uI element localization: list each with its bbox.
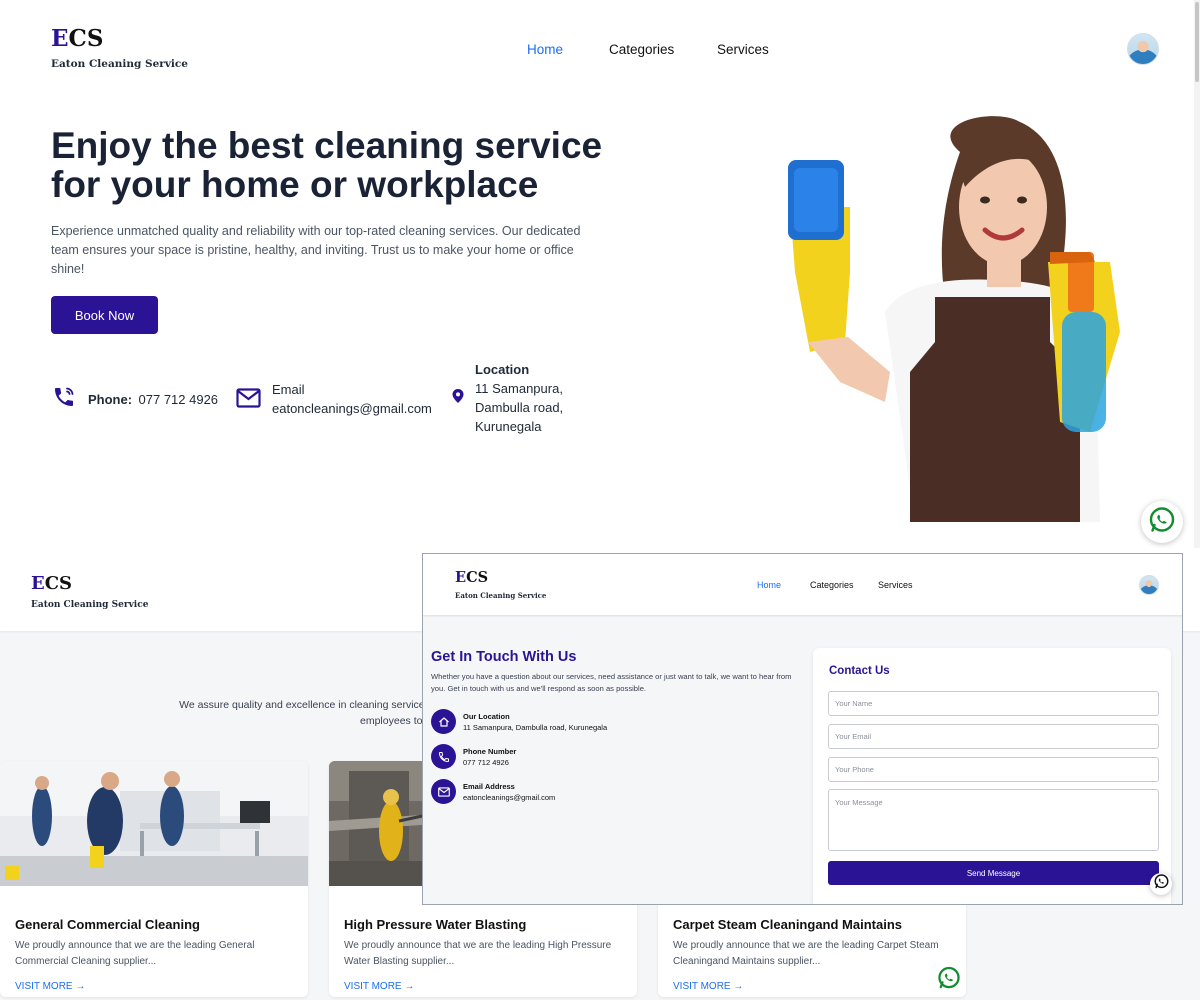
location-line-3: Kurunegala — [475, 419, 542, 434]
contact-form: Contact Us Send Message — [813, 648, 1171, 904]
logo-subtitle: Eaton Cleaning Service — [31, 600, 149, 610]
nav-home-link[interactable]: Home — [757, 580, 781, 590]
site-logo[interactable]: ECS Eaton Cleaning Service — [51, 27, 188, 70]
service-card-desc: We proudly announce that we are the lead… — [15, 940, 255, 967]
contact-email-value: eatoncleanings@gmail.com — [463, 793, 556, 802]
logo-first-letter: E — [31, 573, 45, 594]
whatsapp-button[interactable] — [1150, 873, 1172, 895]
hero-title: Enjoy the best cleaning service for your… — [51, 125, 603, 205]
logo-rest-letters: CS — [68, 25, 104, 52]
logo-letters: ECS — [51, 27, 188, 50]
user-avatar[interactable] — [1139, 575, 1159, 595]
envelope-icon — [431, 779, 456, 804]
phone-info: Phone: 077 712 4926 — [52, 385, 218, 414]
location-line-2: Dambulla road, — [475, 400, 564, 415]
logo-first-letter: E — [455, 569, 467, 586]
envelope-icon — [236, 388, 261, 413]
visit-more-link[interactable]: VISIT MORE → — [15, 981, 85, 992]
nav-home-link[interactable]: Home — [527, 42, 563, 57]
page-scrollbar[interactable] — [1194, 0, 1200, 548]
name-input[interactable] — [828, 691, 1159, 716]
user-avatar[interactable] — [1127, 33, 1159, 65]
contact-form-heading: Contact Us — [829, 665, 890, 677]
contact-email-title: Email Address — [463, 782, 515, 791]
contact-window: ECS Eaton Cleaning Service Home Categori… — [422, 553, 1183, 905]
location-info: Location 11 Samanpura, Dambulla road, Ku… — [452, 360, 563, 436]
whatsapp-icon — [936, 965, 962, 996]
nav-categories-link[interactable]: Categories — [609, 42, 674, 57]
nav-services-link[interactable]: Services — [717, 42, 769, 57]
site-logo[interactable]: ECS Eaton Cleaning Service — [455, 569, 547, 600]
whatsapp-icon — [1153, 873, 1170, 895]
contact-phone-item: Phone Number 077 712 4926 — [431, 744, 516, 769]
service-card-title: Carpet Steam Cleaningand Maintains — [673, 917, 902, 932]
logo-first-letter: E — [51, 25, 69, 52]
service-card-desc: We proudly announce that we are the lead… — [344, 940, 612, 967]
scrollbar-thumb[interactable] — [1195, 2, 1199, 82]
service-card-title: High Pressure Water Blasting — [344, 917, 527, 932]
site-logo[interactable]: ECS Eaton Cleaning Service — [31, 575, 149, 611]
contact-location-value: 11 Samanpura, Dambulla road, Kurunegala — [463, 723, 608, 732]
phone-value: 077 712 4926 — [138, 391, 219, 407]
phone-label: Phone: — [88, 391, 133, 407]
location-label: Location — [475, 362, 530, 377]
contact-location-item: Our Location 11 Samanpura, Dambulla road… — [431, 709, 607, 734]
contact-phone-title: Phone Number — [463, 747, 517, 756]
logo-letters: ECS — [455, 569, 546, 586]
location-line-1: 11 Samanpura, — [475, 381, 563, 396]
email-label: Email — [272, 382, 305, 397]
service-card: General Commercial Cleaning We proudly a… — [0, 761, 308, 997]
contact-header: ECS Eaton Cleaning Service Home Categori… — [423, 554, 1182, 615]
contact-email-item: Email Address eatoncleanings@gmail.com — [431, 779, 555, 804]
logo-rest-letters: CS — [466, 569, 489, 586]
service-card-desc: We proudly announce that we are the lead… — [673, 940, 939, 967]
message-textarea[interactable] — [828, 789, 1159, 851]
phone-icon — [52, 385, 76, 414]
contact-phone-value: 077 712 4926 — [463, 758, 509, 767]
nav-services-link[interactable]: Services — [878, 580, 913, 590]
service-card-title: General Commercial Cleaning — [15, 917, 200, 932]
service-card-image — [0, 761, 308, 886]
nav-categories-link[interactable]: Categories — [810, 580, 854, 590]
phone-input[interactable] — [828, 757, 1159, 782]
contact-info-panel: Get In Touch With Us Whether you have a … — [431, 649, 801, 804]
logo-rest-letters: CS — [44, 573, 73, 594]
hero-section: ECS Eaton Cleaning Service Home Categori… — [0, 0, 1200, 548]
contact-location-title: Our Location — [463, 712, 510, 721]
visit-more-link[interactable]: VISIT MORE → — [344, 981, 414, 992]
home-icon — [431, 709, 456, 734]
book-now-button[interactable]: Book Now — [51, 296, 158, 334]
map-pin-icon — [452, 389, 464, 408]
whatsapp-icon — [1147, 505, 1177, 540]
logo-letters: ECS — [31, 575, 148, 593]
send-message-button[interactable]: Send Message — [828, 861, 1159, 885]
whatsapp-button[interactable] — [935, 966, 963, 994]
logo-subtitle: Eaton Cleaning Service — [455, 590, 547, 600]
hero-description: Experience unmatched quality and reliabi… — [51, 224, 581, 276]
email-input[interactable] — [828, 724, 1159, 749]
whatsapp-button[interactable] — [1141, 501, 1183, 543]
email-info: Email eatoncleanings@gmail.com — [236, 380, 432, 418]
phone-icon — [431, 744, 456, 769]
visit-more-link[interactable]: VISIT MORE → — [673, 981, 743, 992]
contact-heading: Get In Touch With Us — [431, 649, 577, 665]
contact-intro: Whether you have a question about our se… — [431, 672, 792, 693]
logo-subtitle: Eaton Cleaning Service — [51, 58, 188, 70]
email-value: eatoncleanings@gmail.com — [272, 401, 432, 416]
hero-cleaner-image — [788, 116, 1120, 522]
